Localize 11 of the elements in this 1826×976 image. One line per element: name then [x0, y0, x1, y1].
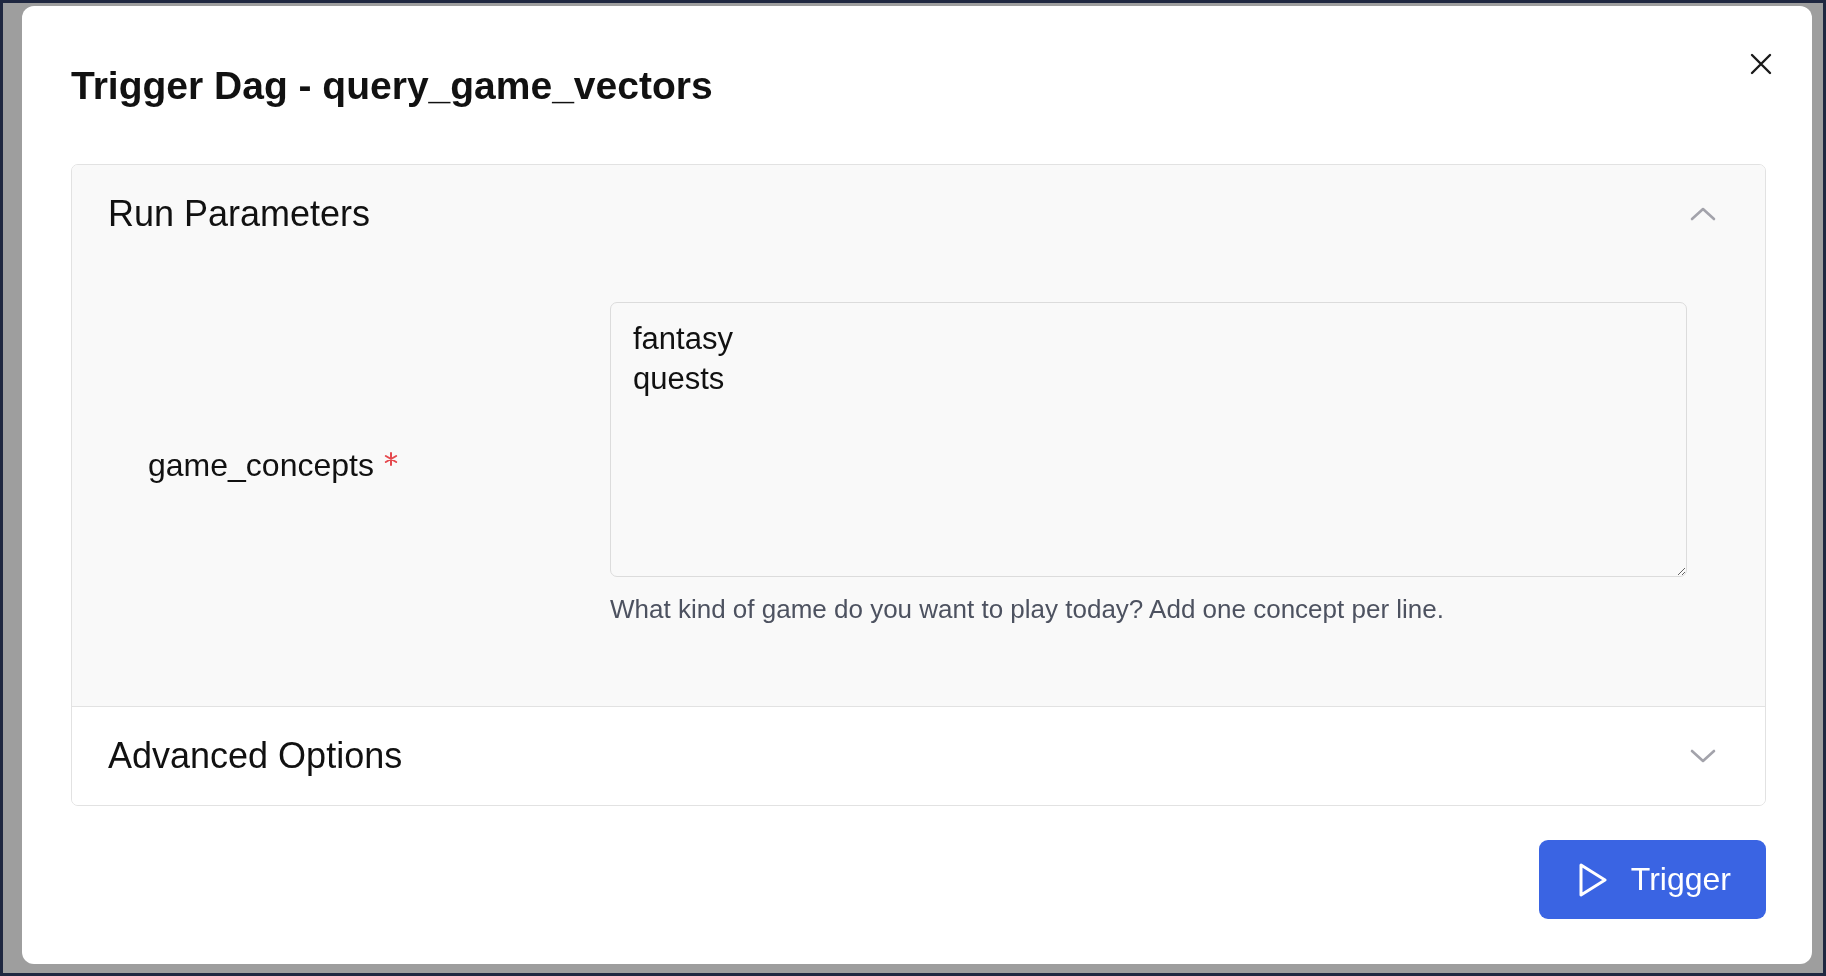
- play-icon: [1578, 862, 1607, 897]
- trigger-button[interactable]: Trigger: [1538, 840, 1766, 919]
- dialog-title: Trigger Dag - query_game_vectors: [71, 63, 713, 109]
- section-header[interactable]: Run Parameters: [72, 165, 1765, 263]
- section-header[interactable]: Advanced Options: [72, 707, 1765, 805]
- text-area-field[interactable]: fantasy quests: [610, 302, 1687, 577]
- help-text: What kind of game do you want to play today? Add one concept per line.: [610, 593, 1444, 626]
- field-label: game_concepts: [148, 445, 374, 485]
- chevron-down-icon: [1690, 748, 1716, 764]
- close-icon: [1750, 53, 1772, 75]
- chevron-up-icon: [1690, 206, 1716, 222]
